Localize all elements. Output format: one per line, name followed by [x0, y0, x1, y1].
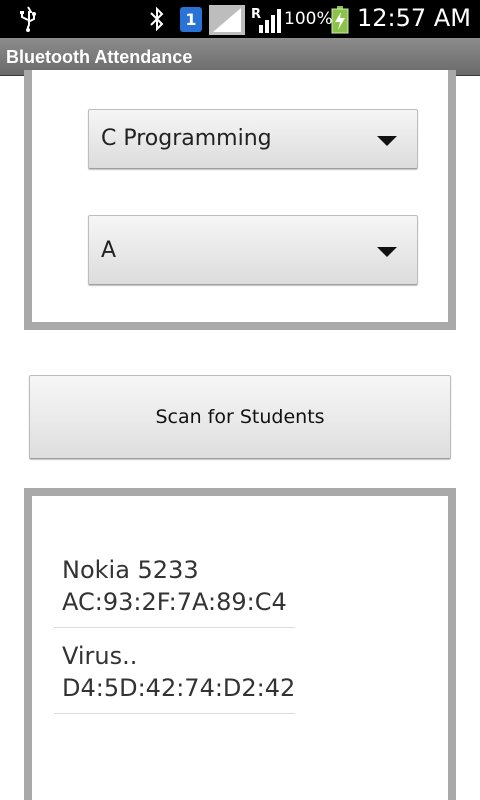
scan-for-students-button[interactable]: Scan for Students — [29, 375, 451, 459]
device-name: Virus.. — [62, 642, 138, 670]
dropdown-arrow-icon — [377, 247, 397, 257]
roaming-signal-icon: R — [251, 7, 281, 33]
device-name: Nokia 5233 — [62, 556, 199, 584]
list-item[interactable]: Nokia 5233 AC:93:2F:7A:89:C4 — [54, 542, 295, 628]
usb-icon — [20, 6, 36, 32]
subject-dropdown-value: C Programming — [101, 126, 272, 151]
section-dropdown-value: A — [101, 238, 117, 263]
status-bar: 1 R 100% 12:57 AM — [0, 0, 480, 38]
device-address: AC:93:2F:7A:89:C4 — [62, 588, 287, 616]
sim-icon: 1 — [180, 7, 202, 32]
subject-dropdown[interactable]: C Programming — [88, 109, 418, 169]
signal-icon — [209, 5, 245, 35]
battery-percent: 100% — [284, 9, 333, 29]
app-title: Bluetooth Attendance — [6, 47, 193, 67]
dropdown-arrow-icon — [377, 136, 397, 146]
bluetooth-icon — [150, 6, 164, 32]
section-dropdown[interactable]: A — [88, 215, 418, 285]
scan-button-label: Scan for Students — [155, 406, 325, 428]
device-address: D4:5D:42:74:D2:42 — [62, 674, 296, 702]
battery-charging-icon — [331, 6, 349, 34]
clock: 12:57 AM — [357, 4, 471, 32]
svg-text:R: R — [251, 7, 261, 22]
list-item[interactable]: Virus.. D4:5D:42:74:D2:42 — [54, 628, 295, 714]
